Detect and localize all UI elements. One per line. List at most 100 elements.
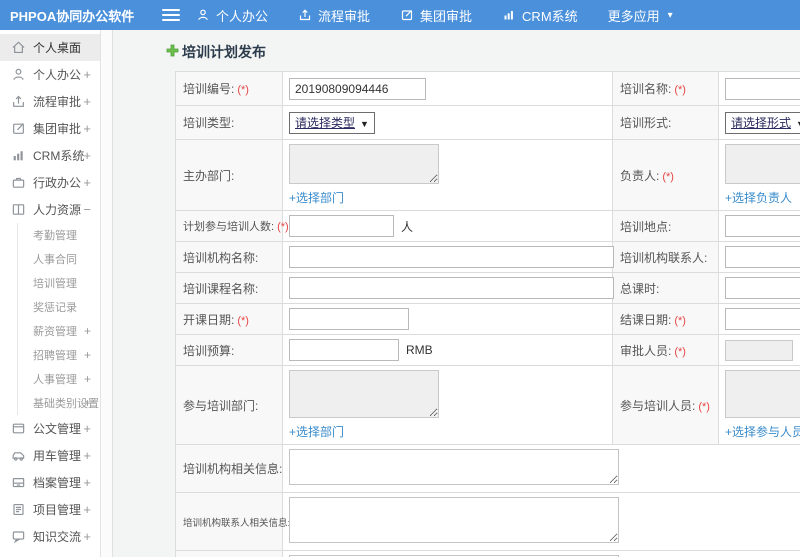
approver-input[interactable]: [725, 339, 793, 361]
training-plan-form: 培训编号:(*) 培训名称:(*) 培训类型: 请选择类型▼ 培训形式: 请选择…: [175, 71, 800, 557]
requirements-label: 培训要求:: [175, 550, 283, 557]
user-icon: [196, 8, 210, 22]
sidebar-item-doc-mgmt[interactable]: 公文管理 +: [0, 415, 100, 442]
user-icon: [11, 67, 26, 82]
org-name-input[interactable]: [289, 246, 614, 268]
sidebar-item-crm[interactable]: CRM系统 +: [0, 142, 100, 169]
leader-textarea[interactable]: [725, 144, 800, 184]
sidebar-item-hr-contract[interactable]: 人事合同: [18, 247, 100, 271]
part-dept-textarea[interactable]: [289, 370, 439, 418]
page-title: 培训计划发布: [166, 42, 800, 62]
start-date-input[interactable]: [289, 308, 409, 330]
clipboard-icon: [11, 502, 26, 517]
approver-label: 审批人员: (*): [612, 334, 719, 366]
nav-personal-office[interactable]: 个人办公: [196, 6, 268, 25]
top-nav: 个人办公 流程审批 集团审批 CRM系统 更多应用 ▾: [196, 6, 673, 25]
sidebar-item-salary-mgmt[interactable]: 薪资管理 +: [18, 319, 100, 343]
training-form-select[interactable]: 请选择形式▼: [725, 111, 800, 134]
sidebar-item-project-mgmt[interactable]: 项目管理 +: [0, 496, 100, 523]
bar-chart-icon: [11, 148, 26, 163]
dropdown-arrow-icon: ▼: [796, 119, 800, 129]
menu-toggle-icon[interactable]: [162, 6, 180, 24]
select-dept-link[interactable]: +选择部门: [289, 191, 344, 205]
unit-rmb: RMB: [406, 343, 433, 357]
upload-icon: [298, 8, 312, 22]
sidebar-item-vehicle-mgmt[interactable]: 用车管理 +: [0, 442, 100, 469]
org-contact-info-textarea[interactable]: [289, 497, 619, 543]
select-leader-link[interactable]: +选择负责人: [725, 191, 792, 205]
dropdown-arrow-icon: ▼: [360, 118, 369, 129]
sidebar-item-attendance[interactable]: 考勤管理: [18, 223, 100, 247]
chevron-down-icon: ▾: [667, 9, 673, 21]
sidebar-item-reward-record[interactable]: 奖惩记录: [18, 295, 100, 319]
budget-input[interactable]: [289, 339, 399, 361]
sidebar-item-training-mgmt[interactable]: 培训管理: [18, 271, 100, 295]
training-no-input[interactable]: [289, 77, 426, 100]
sidebar-item-desktop[interactable]: 个人桌面: [0, 34, 100, 61]
unit-person: 人: [401, 219, 414, 234]
sidebar-hr-submenu: 考勤管理 人事合同 培训管理 奖惩记录 薪资管理 + 招聘管理 + 人事管理 +…: [17, 223, 100, 415]
sidebar-item-workflow-approval[interactable]: 流程审批 +: [0, 88, 100, 115]
sidebar-scrollbar-gutter[interactable]: [101, 30, 113, 557]
nav-more-apps[interactable]: 更多应用 ▾: [608, 6, 673, 25]
total-hours-label: 总课时:: [612, 272, 719, 304]
sidebar: 个人桌面 个人办公 + 流程审批 + 集团审批 + CRM系统 + 行政办公 +: [0, 30, 101, 557]
org-name-label: 培训机构名称:: [175, 241, 283, 273]
budget-label: 培训预算:: [175, 334, 283, 366]
edit-icon: [11, 121, 26, 136]
top-bar: PHPOA协同办公软件 个人办公 流程审批 集团审批 CRM系统 更多应用 ▾: [0, 0, 800, 30]
sidebar-item-personnel-mgmt[interactable]: 人事管理 +: [18, 367, 100, 391]
training-name-input[interactable]: [725, 77, 800, 100]
sidebar-item-base-category[interactable]: 基础类别设置 +: [18, 391, 100, 415]
main-content: 培训计划发布 培训编号:(*) 培训名称:(*) 培训类型: 请选择类型▼ 培训…: [113, 30, 800, 557]
sidebar-item-archive-mgmt[interactable]: 档案管理 +: [0, 469, 100, 496]
org-contact-info-label: 培训机构联系人相关信息:: [175, 492, 290, 551]
location-input[interactable]: [725, 215, 800, 237]
edit-icon: [400, 8, 414, 22]
select-part-dept-link[interactable]: +选择部门: [289, 425, 344, 439]
start-date-label: 开课日期: (*): [175, 303, 283, 335]
course-name-input[interactable]: [289, 277, 614, 299]
training-no-label: 培训编号: (*): [175, 71, 283, 106]
leader-label: 负责人: (*): [612, 139, 719, 211]
home-icon: [11, 40, 26, 55]
select-part-people-link[interactable]: +选择参与人员: [725, 425, 800, 439]
end-date-label: 结课日期: (*): [612, 303, 719, 335]
sidebar-item-hr[interactable]: 人力资源 −: [0, 196, 100, 223]
sidebar-item-admin-office[interactable]: 行政办公 +: [0, 169, 100, 196]
host-dept-textarea[interactable]: [289, 144, 439, 184]
sidebar-item-personal-office[interactable]: 个人办公 +: [0, 61, 100, 88]
sidebar-item-group-approval[interactable]: 集团审批 +: [0, 115, 100, 142]
app-logo: PHPOA协同办公软件: [10, 8, 135, 24]
org-contact-input[interactable]: [725, 246, 800, 268]
host-dept-label: 主办部门:: [175, 139, 283, 211]
training-name-label: 培训名称: (*): [612, 71, 719, 106]
training-type-label: 培训类型:: [175, 105, 283, 140]
total-hours-input[interactable]: [725, 277, 800, 299]
book-icon: [11, 202, 26, 217]
bar-chart-icon: [502, 8, 516, 22]
org-contact-label: 培训机构联系人:: [612, 241, 719, 273]
planned-count-label: 计划参与培训人数: (*): [175, 210, 289, 242]
planned-count-input[interactable]: [289, 215, 394, 237]
car-icon: [11, 448, 26, 463]
document-icon: [11, 421, 26, 436]
plus-icon: [166, 44, 179, 60]
chat-icon: [11, 529, 26, 544]
nav-group-approval[interactable]: 集团审批: [400, 6, 472, 25]
upload-icon: [11, 94, 26, 109]
part-people-label: 参与培训人员: (*): [612, 365, 719, 445]
sidebar-item-recruit-mgmt[interactable]: 招聘管理 +: [18, 343, 100, 367]
training-form-label: 培训形式:: [612, 105, 719, 140]
end-date-input[interactable]: [725, 308, 800, 330]
archive-icon: [11, 475, 26, 490]
training-type-select[interactable]: 请选择类型 ▼: [289, 111, 375, 134]
part-dept-label: 参与培训部门:: [175, 365, 283, 445]
sidebar-item-knowledge[interactable]: 知识交流 +: [0, 523, 100, 550]
briefcase-icon: [11, 175, 26, 190]
nav-workflow-approval[interactable]: 流程审批: [298, 6, 370, 25]
location-label: 培训地点:: [612, 210, 719, 242]
nav-crm-system[interactable]: CRM系统: [502, 6, 578, 25]
org-info-textarea[interactable]: [289, 449, 619, 485]
part-people-textarea[interactable]: [725, 370, 800, 418]
